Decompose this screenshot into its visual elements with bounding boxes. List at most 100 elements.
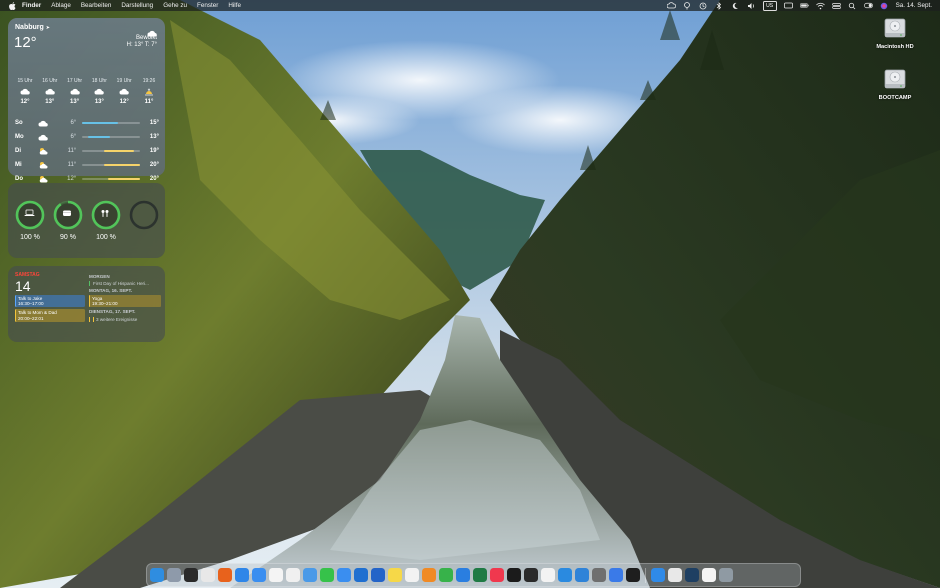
reminders-icon[interactable] xyxy=(286,568,300,582)
daily-row: Mi 11° 20° xyxy=(15,158,159,172)
menu-gehe-zu[interactable]: Gehe zu xyxy=(163,2,187,9)
siri-icon[interactable] xyxy=(880,2,889,10)
weather-location-label: Nabburg xyxy=(15,24,44,31)
pages-icon[interactable] xyxy=(422,568,436,582)
battery-icon[interactable] xyxy=(799,2,809,10)
weather-daily-forecast: So 6° 15° Mo 6° 13° Di 11° 19° Mi 11° 20… xyxy=(15,116,159,186)
battery-item: 100 % xyxy=(91,200,121,241)
keynote-icon[interactable] xyxy=(456,568,470,582)
trash-icon[interactable] xyxy=(719,568,733,582)
calendar-widget[interactable]: SAMSTAG 14 Talk to Jake 16:30–17:00 Talk… xyxy=(8,266,165,342)
launchpad-icon[interactable] xyxy=(167,568,181,582)
cloud-icon xyxy=(38,134,57,141)
moon-icon[interactable] xyxy=(731,2,740,10)
menu-hilfe[interactable]: Hilfe xyxy=(228,2,241,9)
bluetooth-icon[interactable] xyxy=(715,1,724,10)
batteries-widget[interactable]: 100 % 90 % 100 % xyxy=(8,183,165,258)
battery-ring xyxy=(53,200,83,230)
toggle-icon[interactable] xyxy=(863,2,873,10)
calendar-more-label: 3 weitere Ereignisse xyxy=(96,317,138,322)
terminal-icon[interactable] xyxy=(184,568,198,582)
battery-ring xyxy=(15,200,45,230)
daily-high: 20° xyxy=(149,162,159,168)
weather-condition: Bewölkt xyxy=(135,35,157,41)
github-icon[interactable] xyxy=(524,568,538,582)
calendar-event[interactable]: Yoga 19:30–21:00 xyxy=(89,295,161,307)
wifi-icon[interactable] xyxy=(815,2,825,10)
daily-day: Mi xyxy=(15,162,22,168)
onepassword-icon[interactable] xyxy=(371,568,385,582)
partly-cloudy-icon xyxy=(38,175,57,183)
apple-menu-icon[interactable] xyxy=(8,1,16,10)
hourly-time: 15 Uhr xyxy=(17,78,33,84)
excel-icon[interactable] xyxy=(473,568,487,582)
dock-apps xyxy=(150,568,640,582)
daily-row: So 6° 15° xyxy=(15,116,159,130)
hourly-item: 19 Uhr 12° xyxy=(113,78,135,105)
notes-icon[interactable] xyxy=(388,568,402,582)
daily-range-bar xyxy=(82,136,140,138)
menu-app-finder[interactable]: Finder xyxy=(22,2,41,9)
disk-label: BOOTCAMP xyxy=(878,95,912,101)
desktop-disk-macintosh-hd[interactable]: Macintosh HD xyxy=(869,16,921,50)
daily-day: Mo xyxy=(15,134,24,140)
daily-range-fill xyxy=(104,150,134,152)
earbuds-case-icon xyxy=(62,209,74,221)
vscode-icon[interactable] xyxy=(575,568,589,582)
creative-cloud-icon[interactable] xyxy=(666,2,676,10)
mail-icon[interactable] xyxy=(252,568,266,582)
textedit-icon[interactable] xyxy=(668,568,682,582)
menu-ablage[interactable]: Ablage xyxy=(51,2,71,9)
cloud-icon xyxy=(45,86,55,97)
icloud-icon[interactable] xyxy=(303,568,317,582)
daily-range-fill xyxy=(108,178,140,180)
calendar-icon[interactable] xyxy=(269,568,283,582)
photos-icon[interactable] xyxy=(541,568,555,582)
cloud-icon xyxy=(94,86,105,97)
xcode-tools-icon[interactable] xyxy=(354,568,368,582)
volume-icon[interactable] xyxy=(747,2,756,10)
partly-cloudy-icon xyxy=(38,161,57,169)
desktop-disk-bootcamp[interactable]: BOOTCAMP xyxy=(869,67,921,101)
tree-icon[interactable] xyxy=(683,1,692,10)
menu-darstellung[interactable]: Darstellung xyxy=(121,2,153,9)
weather-high-low: H: 13° T: 7° xyxy=(126,42,157,48)
menu-fenster[interactable]: Fenster xyxy=(197,2,218,9)
app-sheet-icon[interactable] xyxy=(609,568,623,582)
hourly-temp: 11° xyxy=(144,99,154,105)
music-icon[interactable] xyxy=(490,568,504,582)
weather-widget[interactable]: Nabburg ➤ 12° Bewölkt H: 13° T: 7° 15 Uh… xyxy=(8,18,165,183)
freeform-icon[interactable] xyxy=(405,568,419,582)
chat-icon[interactable] xyxy=(337,568,351,582)
hourly-time: 17 Uhr xyxy=(67,78,83,84)
bootstrap-icon[interactable] xyxy=(592,568,606,582)
roblox-icon[interactable] xyxy=(507,568,521,582)
vectornator-icon[interactable] xyxy=(685,568,699,582)
control-center-icon[interactable] xyxy=(831,2,841,10)
messages-icon[interactable] xyxy=(320,568,334,582)
firefox-icon[interactable] xyxy=(218,568,232,582)
daily-range-bar xyxy=(82,178,140,180)
terminal-dark-icon[interactable] xyxy=(626,568,640,582)
chrome-icon[interactable] xyxy=(201,568,215,582)
calendar-event[interactable]: Talk to Mom & Dad 20:00–22:01 xyxy=(15,309,85,322)
numbers-icon[interactable] xyxy=(439,568,453,582)
hourly-temp: 12° xyxy=(119,99,129,105)
menubar-clock[interactable]: Sa. 14. Sept. xyxy=(896,2,932,9)
menu-bearbeiten[interactable]: Bearbeiten xyxy=(81,2,111,9)
altstore-icon[interactable] xyxy=(558,568,572,582)
rectangle-icon[interactable] xyxy=(783,2,793,10)
app-store-icon[interactable] xyxy=(651,568,665,582)
laptop-icon xyxy=(24,209,36,221)
calendar-event[interactable]: Talk to Jake 16:30–17:00 xyxy=(15,295,85,308)
calendar-event[interactable]: First Day of Hispanic Heri... xyxy=(89,281,161,286)
finder-icon[interactable] xyxy=(150,568,164,582)
calendar-more-events[interactable]: 3 weitere Ereignisse xyxy=(89,317,161,322)
time-machine-icon[interactable] xyxy=(699,2,708,10)
safari-icon[interactable] xyxy=(235,568,249,582)
keyboard-layout-badge[interactable]: US xyxy=(762,0,777,11)
daily-range-fill xyxy=(82,122,118,124)
search-icon[interactable] xyxy=(848,2,857,10)
dock xyxy=(146,563,801,587)
document-icon[interactable] xyxy=(702,568,716,582)
